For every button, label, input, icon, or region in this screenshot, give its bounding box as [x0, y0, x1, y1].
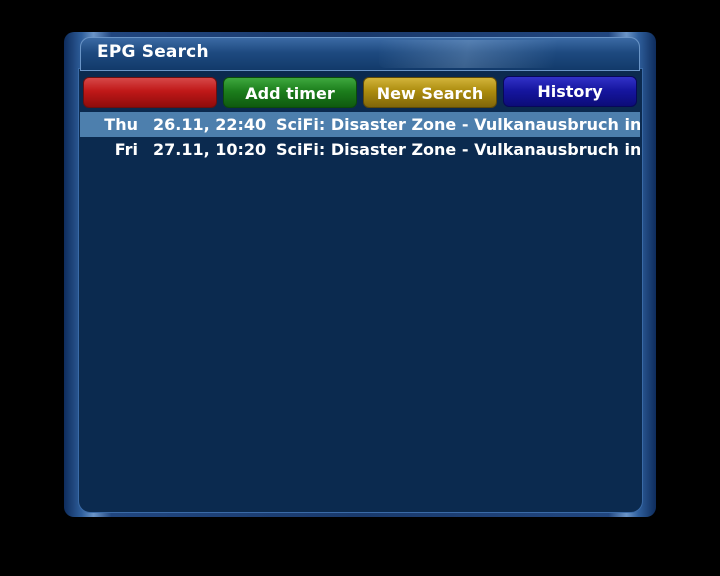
- result-day: Thu: [104, 115, 138, 134]
- add-timer-button[interactable]: Add timer: [223, 77, 357, 108]
- result-row[interactable]: Fri 27.11, 10:20 SciFi: Disaster Zone - …: [80, 137, 640, 162]
- result-title: SciFi: Disaster Zone - Vulkanausbruch in: [276, 115, 640, 134]
- result-datetime: 26.11, 22:40: [153, 115, 267, 134]
- result-day: Fri: [114, 140, 138, 159]
- red-button[interactable]: [83, 77, 217, 108]
- result-datetime: 27.11, 10:20: [153, 140, 267, 159]
- result-row[interactable]: Thu 26.11, 22:40 SciFi: Disaster Zone - …: [80, 112, 640, 137]
- window-title: EPG Search: [97, 42, 209, 62]
- result-title: SciFi: Disaster Zone - Vulkanausbruch in: [276, 140, 640, 159]
- new-search-button[interactable]: New Search: [363, 77, 497, 108]
- history-button[interactable]: History: [503, 76, 637, 107]
- search-result-list[interactable]: Thu 26.11, 22:40 SciFi: Disaster Zone - …: [80, 112, 640, 508]
- screen: EPG Search Add timer New Search History …: [0, 0, 720, 576]
